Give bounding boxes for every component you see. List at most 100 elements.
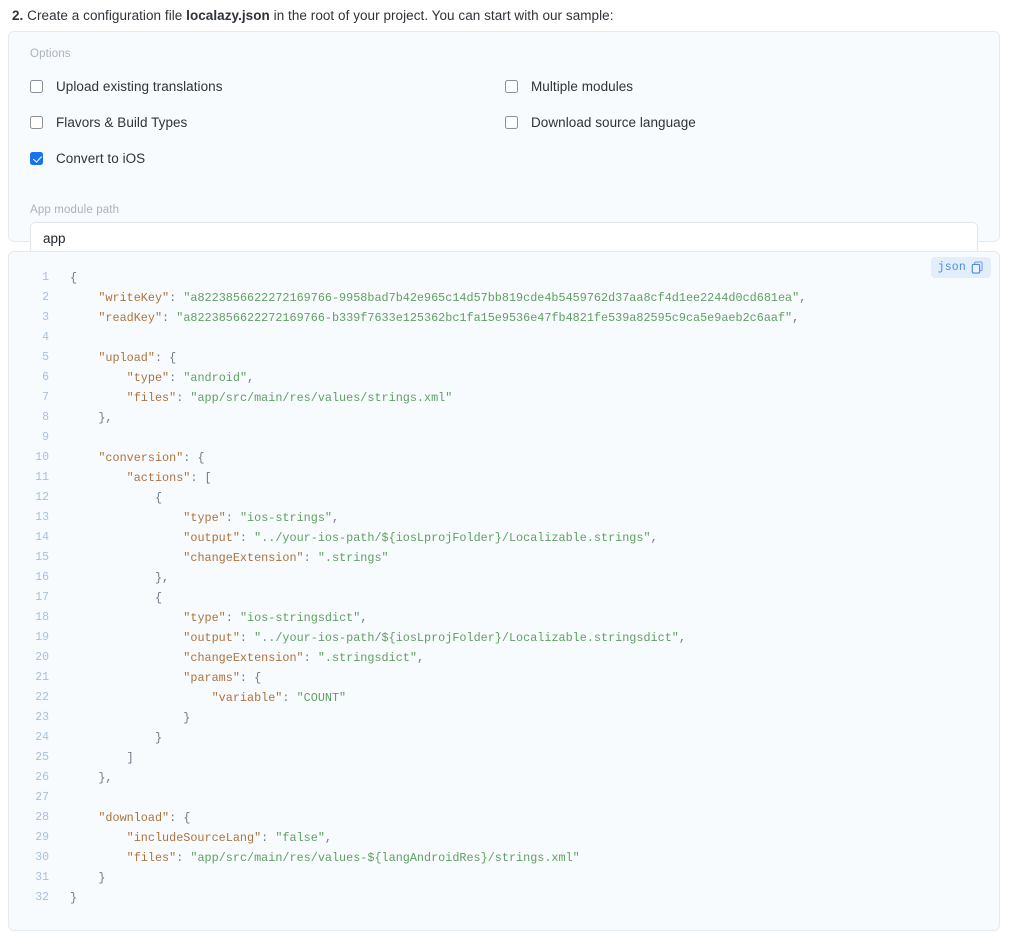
step-text-after: in the root of your project. You can sta… — [269, 8, 614, 23]
code-content: { — [154, 591, 163, 605]
line-number: 9 — [42, 431, 49, 444]
code-line: 7 "files": "app/src/main/res/values/stri… — [9, 388, 999, 408]
code-line: 21 "params": { — [9, 668, 999, 688]
checkbox-label: Upload existing translations — [56, 78, 223, 94]
code-content: "readKey": "a8223856622272169766-b339f76… — [98, 311, 800, 325]
code-line: 14 "output": "../your-ios-path/${iosLpro… — [9, 528, 999, 548]
checkbox-flavors-build-types[interactable]: Flavors & Build Types — [30, 115, 505, 130]
line-number: 19 — [35, 631, 49, 644]
code-line: 24 } — [9, 728, 999, 748]
line-number: 13 — [35, 511, 49, 524]
code-line: 26 }, — [9, 768, 999, 788]
line-number: 31 — [35, 871, 49, 884]
checkbox-box-icon[interactable] — [505, 79, 518, 93]
line-number: 6 — [42, 371, 49, 384]
checkbox-row: Flavors & Build Types Download source la… — [30, 104, 980, 140]
code-line: 28 "download": { — [9, 808, 999, 828]
code-line: 2 "writeKey": "a8223856622272169766-9958… — [9, 288, 999, 308]
line-number: 2 — [42, 291, 49, 304]
checkbox-label: Multiple modules — [531, 78, 634, 94]
code-line: 12 { — [9, 488, 999, 508]
code-line: 29 "includeSourceLang": "false", — [9, 828, 999, 848]
code-lines: 1 {2 "writeKey": "a8223856622272169766-99… — [9, 268, 999, 908]
line-number: 18 — [35, 611, 49, 624]
line-number: 26 — [35, 771, 49, 784]
code-content: "changeExtension": ".strings" — [183, 551, 389, 565]
code-line: 4 — [9, 328, 999, 348]
line-number: 12 — [35, 491, 49, 504]
code-line: 19 "output": "../your-ios-path/${iosLpro… — [9, 628, 999, 648]
line-number: 1 — [42, 271, 49, 284]
code-content: "conversion": { — [98, 451, 205, 465]
checkbox-box-icon[interactable] — [30, 115, 43, 129]
code-content: "type": "ios-stringsdict", — [183, 611, 368, 625]
configuration-step-page: 2. Create a configuration file localazy.… — [0, 0, 1010, 939]
code-content: "upload": { — [98, 351, 177, 365]
code-sample-card: json 1{2 "writeKey": "a82238566222721697… — [8, 251, 1000, 931]
line-number: 17 — [35, 591, 49, 604]
code-line: 27 — [9, 788, 999, 808]
code-content: "changeExtension": ".stringsdict", — [183, 651, 425, 665]
code-line: 23 } — [9, 708, 999, 728]
code-content: } — [154, 731, 163, 745]
code-line: 25 ] — [9, 748, 999, 768]
app-module-path-label: App module path — [30, 204, 120, 216]
code-content: } — [70, 891, 78, 905]
code-content: "type": "ios-strings", — [183, 511, 340, 525]
code-content: "writeKey": "a8223856622272169766-9958ba… — [98, 291, 807, 305]
code-content: "files": "app/src/main/res/values-${lang… — [126, 851, 580, 865]
options-panel: Options Upload existing translations Mul… — [8, 31, 1000, 254]
line-number: 16 — [35, 571, 49, 584]
code-line: 3 "readKey": "a8223856622272169766-b339f… — [9, 308, 999, 328]
code-content: "output": "../your-ios-path/${iosLprojFo… — [183, 531, 658, 545]
code-content: ] — [126, 751, 134, 765]
line-number: 28 — [35, 811, 49, 824]
line-number: 11 — [35, 471, 49, 484]
code-content: }, — [154, 571, 170, 585]
checkbox-box-icon[interactable] — [505, 115, 518, 129]
code-content: "actions": [ — [126, 471, 212, 485]
code-content: "files": "app/src/main/res/values/string… — [126, 391, 453, 405]
line-number: 21 — [35, 671, 49, 684]
checkbox-label: Convert to iOS — [56, 150, 146, 166]
code-line: 16 }, — [9, 568, 999, 588]
step-number: 2. — [12, 8, 24, 23]
checkbox-upload-existing-translations[interactable]: Upload existing translations — [30, 79, 505, 94]
line-number: 14 — [35, 531, 49, 544]
code-line: 30 "files": "app/src/main/res/values-${l… — [9, 848, 999, 868]
line-number: 3 — [42, 311, 49, 324]
code-line: 20 "changeExtension": ".stringsdict", — [9, 648, 999, 668]
config-file-name: localazy.json — [186, 8, 270, 23]
checkbox-convert-to-ios[interactable]: Convert to iOS — [30, 151, 510, 166]
line-number: 22 — [35, 691, 49, 704]
checkbox-download-source-language[interactable]: Download source language — [505, 115, 980, 130]
code-content: "params": { — [183, 671, 262, 685]
code-line: 22 "variable": "COUNT" — [9, 688, 999, 708]
code-content: "includeSourceLang": "false", — [126, 831, 332, 845]
line-number: 10 — [35, 451, 49, 464]
line-number: 27 — [35, 791, 49, 804]
checkbox-multiple-modules[interactable]: Multiple modules — [505, 79, 980, 94]
code-content: { — [70, 271, 78, 285]
checkbox-row: Convert to iOS — [30, 140, 980, 176]
line-number: 5 — [42, 351, 49, 364]
code-line: 32} — [9, 888, 999, 908]
code-content: { — [154, 491, 163, 505]
code-line: 18 "type": "ios-stringsdict", — [9, 608, 999, 628]
line-number: 8 — [42, 411, 49, 424]
checkbox-row: Upload existing translations Multiple mo… — [30, 68, 980, 104]
page-title: 2. Create a configuration file localazy.… — [0, 0, 1010, 25]
checkbox-label: Flavors & Build Types — [56, 114, 188, 130]
line-number: 7 — [42, 391, 49, 404]
line-number: 32 — [35, 891, 49, 904]
code-content: } — [183, 711, 191, 725]
code-content: }, — [98, 411, 113, 425]
checkbox-box-checked-icon[interactable] — [30, 151, 43, 165]
checkbox-box-icon[interactable] — [30, 79, 43, 93]
code-line: 17 { — [9, 588, 999, 608]
code-line: 9 — [9, 428, 999, 448]
line-number: 29 — [35, 831, 49, 844]
code-line: 11 "actions": [ — [9, 468, 999, 488]
app-module-path-input[interactable] — [30, 222, 978, 254]
code-line: 6 "type": "android", — [9, 368, 999, 388]
